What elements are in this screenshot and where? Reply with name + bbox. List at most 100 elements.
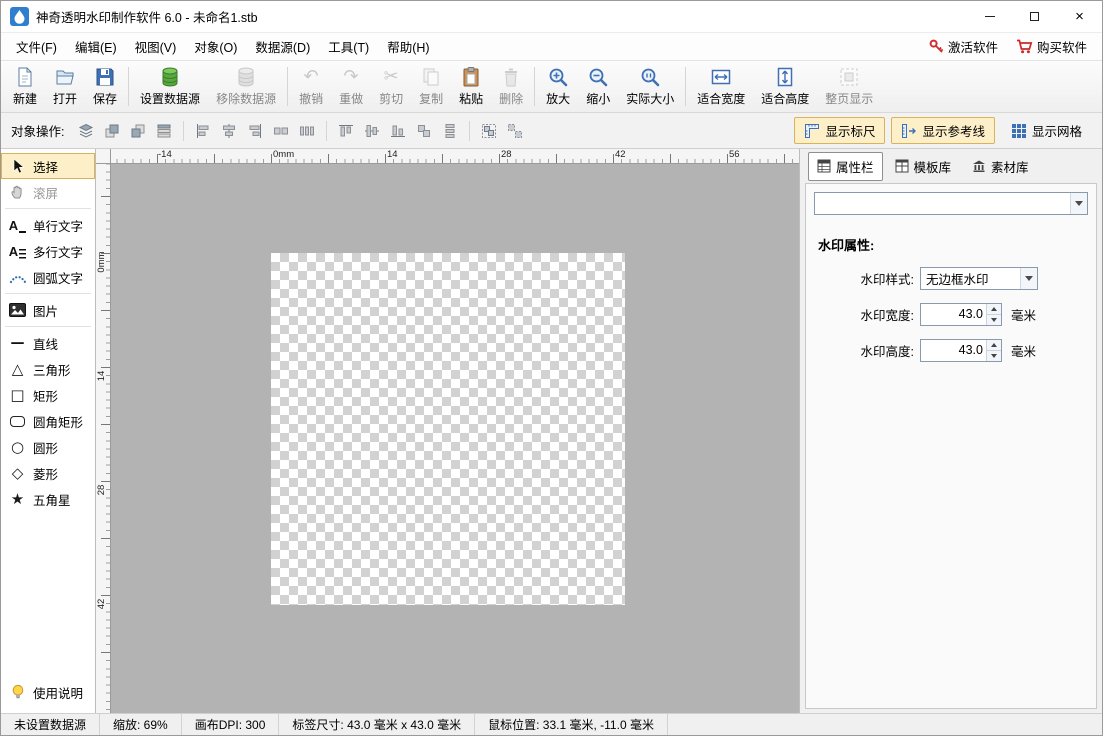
- menu-datasource[interactable]: 数据源(D): [246, 33, 319, 60]
- show-ruler-toggle[interactable]: 显示标尺: [794, 117, 885, 144]
- new-document-icon: [14, 66, 36, 88]
- bring-forward-button[interactable]: [100, 119, 124, 143]
- show-guides-toggle[interactable]: 显示参考线: [891, 117, 995, 144]
- tool-single-line-text[interactable]: A 单行文字: [1, 212, 95, 238]
- tool-multi-line-text[interactable]: A 多行文字: [1, 238, 95, 264]
- help-button[interactable]: 使用说明: [1, 679, 95, 705]
- buy-software-button[interactable]: 购买软件: [1007, 34, 1096, 59]
- tab-templates[interactable]: 模板库: [886, 152, 961, 181]
- fit-height-button[interactable]: 适合高度: [753, 63, 817, 110]
- tool-image[interactable]: 图片: [1, 297, 95, 323]
- canvas-area: -14 0mm 14 28 42 56 0mm 14 28 42: [96, 149, 799, 713]
- object-selector-dropdown[interactable]: [814, 192, 1088, 215]
- distribute-v-button[interactable]: [438, 119, 462, 143]
- width-increment-button[interactable]: [987, 304, 1001, 315]
- set-datasource-button[interactable]: 设置数据源: [132, 63, 208, 110]
- width-decrement-button[interactable]: [987, 315, 1001, 325]
- tool-line[interactable]: — 直线: [1, 330, 95, 356]
- menu-tools[interactable]: 工具(T): [319, 33, 378, 60]
- watermark-style-select[interactable]: 无边框水印: [920, 267, 1038, 290]
- align-left-button[interactable]: [191, 119, 215, 143]
- new-button[interactable]: 新建: [5, 63, 45, 110]
- align-center-h-button[interactable]: [217, 119, 241, 143]
- select-cursor-icon: [7, 158, 28, 174]
- undo-button[interactable]: ↶ 撤销: [291, 63, 331, 110]
- tool-diamond[interactable]: ◇ 菱形: [1, 460, 95, 486]
- tool-select[interactable]: 选择: [1, 153, 95, 179]
- tool-arc-text[interactable]: 圆弧文字: [1, 264, 95, 290]
- tab-materials[interactable]: 素材库: [963, 152, 1038, 181]
- align-bottom-button[interactable]: [386, 119, 410, 143]
- width-unit-label: 毫米: [1011, 305, 1036, 324]
- redo-button[interactable]: ↷ 重做: [331, 63, 371, 110]
- activate-software-button[interactable]: 激活软件: [920, 34, 1007, 59]
- align-right-button[interactable]: [243, 119, 267, 143]
- watermark-width-input[interactable]: [921, 304, 986, 325]
- style-dropdown-arrow-icon[interactable]: [1020, 268, 1037, 289]
- watermark-height-input[interactable]: [921, 340, 986, 361]
- align-middle-button[interactable]: [360, 119, 384, 143]
- dropdown-arrow-icon[interactable]: [1070, 193, 1087, 214]
- save-button[interactable]: 保存: [85, 63, 125, 110]
- paste-button[interactable]: 粘贴: [451, 63, 491, 110]
- vertical-ruler: 0mm 14 28 42: [96, 164, 111, 713]
- watermark-width-spinbox: [920, 303, 1002, 326]
- tool-triangle[interactable]: △ 三角形: [1, 356, 95, 382]
- height-decrement-button[interactable]: [987, 351, 1001, 361]
- watermark-artboard[interactable]: [271, 253, 625, 605]
- right-panel: 属性栏 模板库 素材库 水印属性: 水印样式:: [799, 149, 1102, 713]
- tab-properties[interactable]: 属性栏: [808, 152, 883, 181]
- tool-pan[interactable]: 滚屏: [1, 179, 95, 205]
- panel-tabs: 属性栏 模板库 素材库: [800, 149, 1102, 181]
- arc-text-icon: [7, 270, 28, 284]
- tool-circle[interactable]: ○ 圆形: [1, 434, 95, 460]
- window-title: 神奇透明水印制作软件 6.0 - 未命名1.stb: [36, 7, 258, 26]
- object-operations-label: 对象操作:: [11, 121, 64, 140]
- show-grid-toggle[interactable]: 显示网格: [1001, 117, 1092, 144]
- zoom-in-button[interactable]: 放大: [538, 63, 578, 110]
- minimize-icon: [985, 16, 995, 17]
- height-increment-button[interactable]: [987, 340, 1001, 351]
- whole-page-button[interactable]: 整页显示: [817, 63, 881, 110]
- actual-size-button[interactable]: 实际大小: [618, 63, 682, 110]
- zoom-out-button[interactable]: 缩小: [578, 63, 618, 110]
- width-spinner: [986, 304, 1001, 325]
- remove-datasource-button[interactable]: 移除数据源: [208, 63, 284, 110]
- tool-rectangle[interactable]: □ 矩形: [1, 382, 95, 408]
- menu-object[interactable]: 对象(O): [185, 33, 246, 60]
- cart-icon: [1016, 39, 1033, 54]
- layer-order-button[interactable]: [152, 119, 176, 143]
- equal-width-button[interactable]: [269, 119, 293, 143]
- send-backward-button[interactable]: [126, 119, 150, 143]
- layer-stack-button[interactable]: [74, 119, 98, 143]
- maximize-button[interactable]: [1012, 1, 1057, 32]
- menu-file[interactable]: 文件(F): [7, 33, 66, 60]
- delete-button[interactable]: 删除: [491, 63, 531, 110]
- redo-icon: ↷: [344, 66, 359, 88]
- menu-view[interactable]: 视图(V): [126, 33, 186, 60]
- template-library-icon: [895, 159, 909, 173]
- save-icon: [94, 66, 116, 88]
- cut-button[interactable]: ✂ 剪切: [371, 63, 411, 110]
- statusbar: 未设置数据源 缩放: 69% 画布DPI: 300 标签尺寸: 43.0 毫米 …: [1, 713, 1102, 735]
- copy-button[interactable]: 复制: [411, 63, 451, 110]
- close-button[interactable]: ×: [1057, 1, 1102, 32]
- watermark-properties-title: 水印属性:: [818, 235, 1088, 254]
- window-controls: ×: [967, 1, 1102, 32]
- tool-star[interactable]: ★ 五角星: [1, 486, 95, 512]
- menu-help[interactable]: 帮助(H): [378, 33, 438, 60]
- align-top-button[interactable]: [334, 119, 358, 143]
- fit-width-button[interactable]: 适合宽度: [689, 63, 753, 110]
- equal-size-button[interactable]: [412, 119, 436, 143]
- tool-rounded-rectangle[interactable]: 圆角矩形: [1, 408, 95, 434]
- open-button[interactable]: 打开: [45, 63, 85, 110]
- watermark-height-spinbox: [920, 339, 1002, 362]
- minimize-button[interactable]: [967, 1, 1012, 32]
- group-button[interactable]: [477, 119, 501, 143]
- canvas[interactable]: [111, 164, 799, 713]
- grid-icon: [1011, 123, 1027, 139]
- menu-edit[interactable]: 编辑(E): [66, 33, 126, 60]
- distribute-h-button[interactable]: [295, 119, 319, 143]
- diamond-icon: ◇: [7, 465, 28, 481]
- ungroup-button[interactable]: [503, 119, 527, 143]
